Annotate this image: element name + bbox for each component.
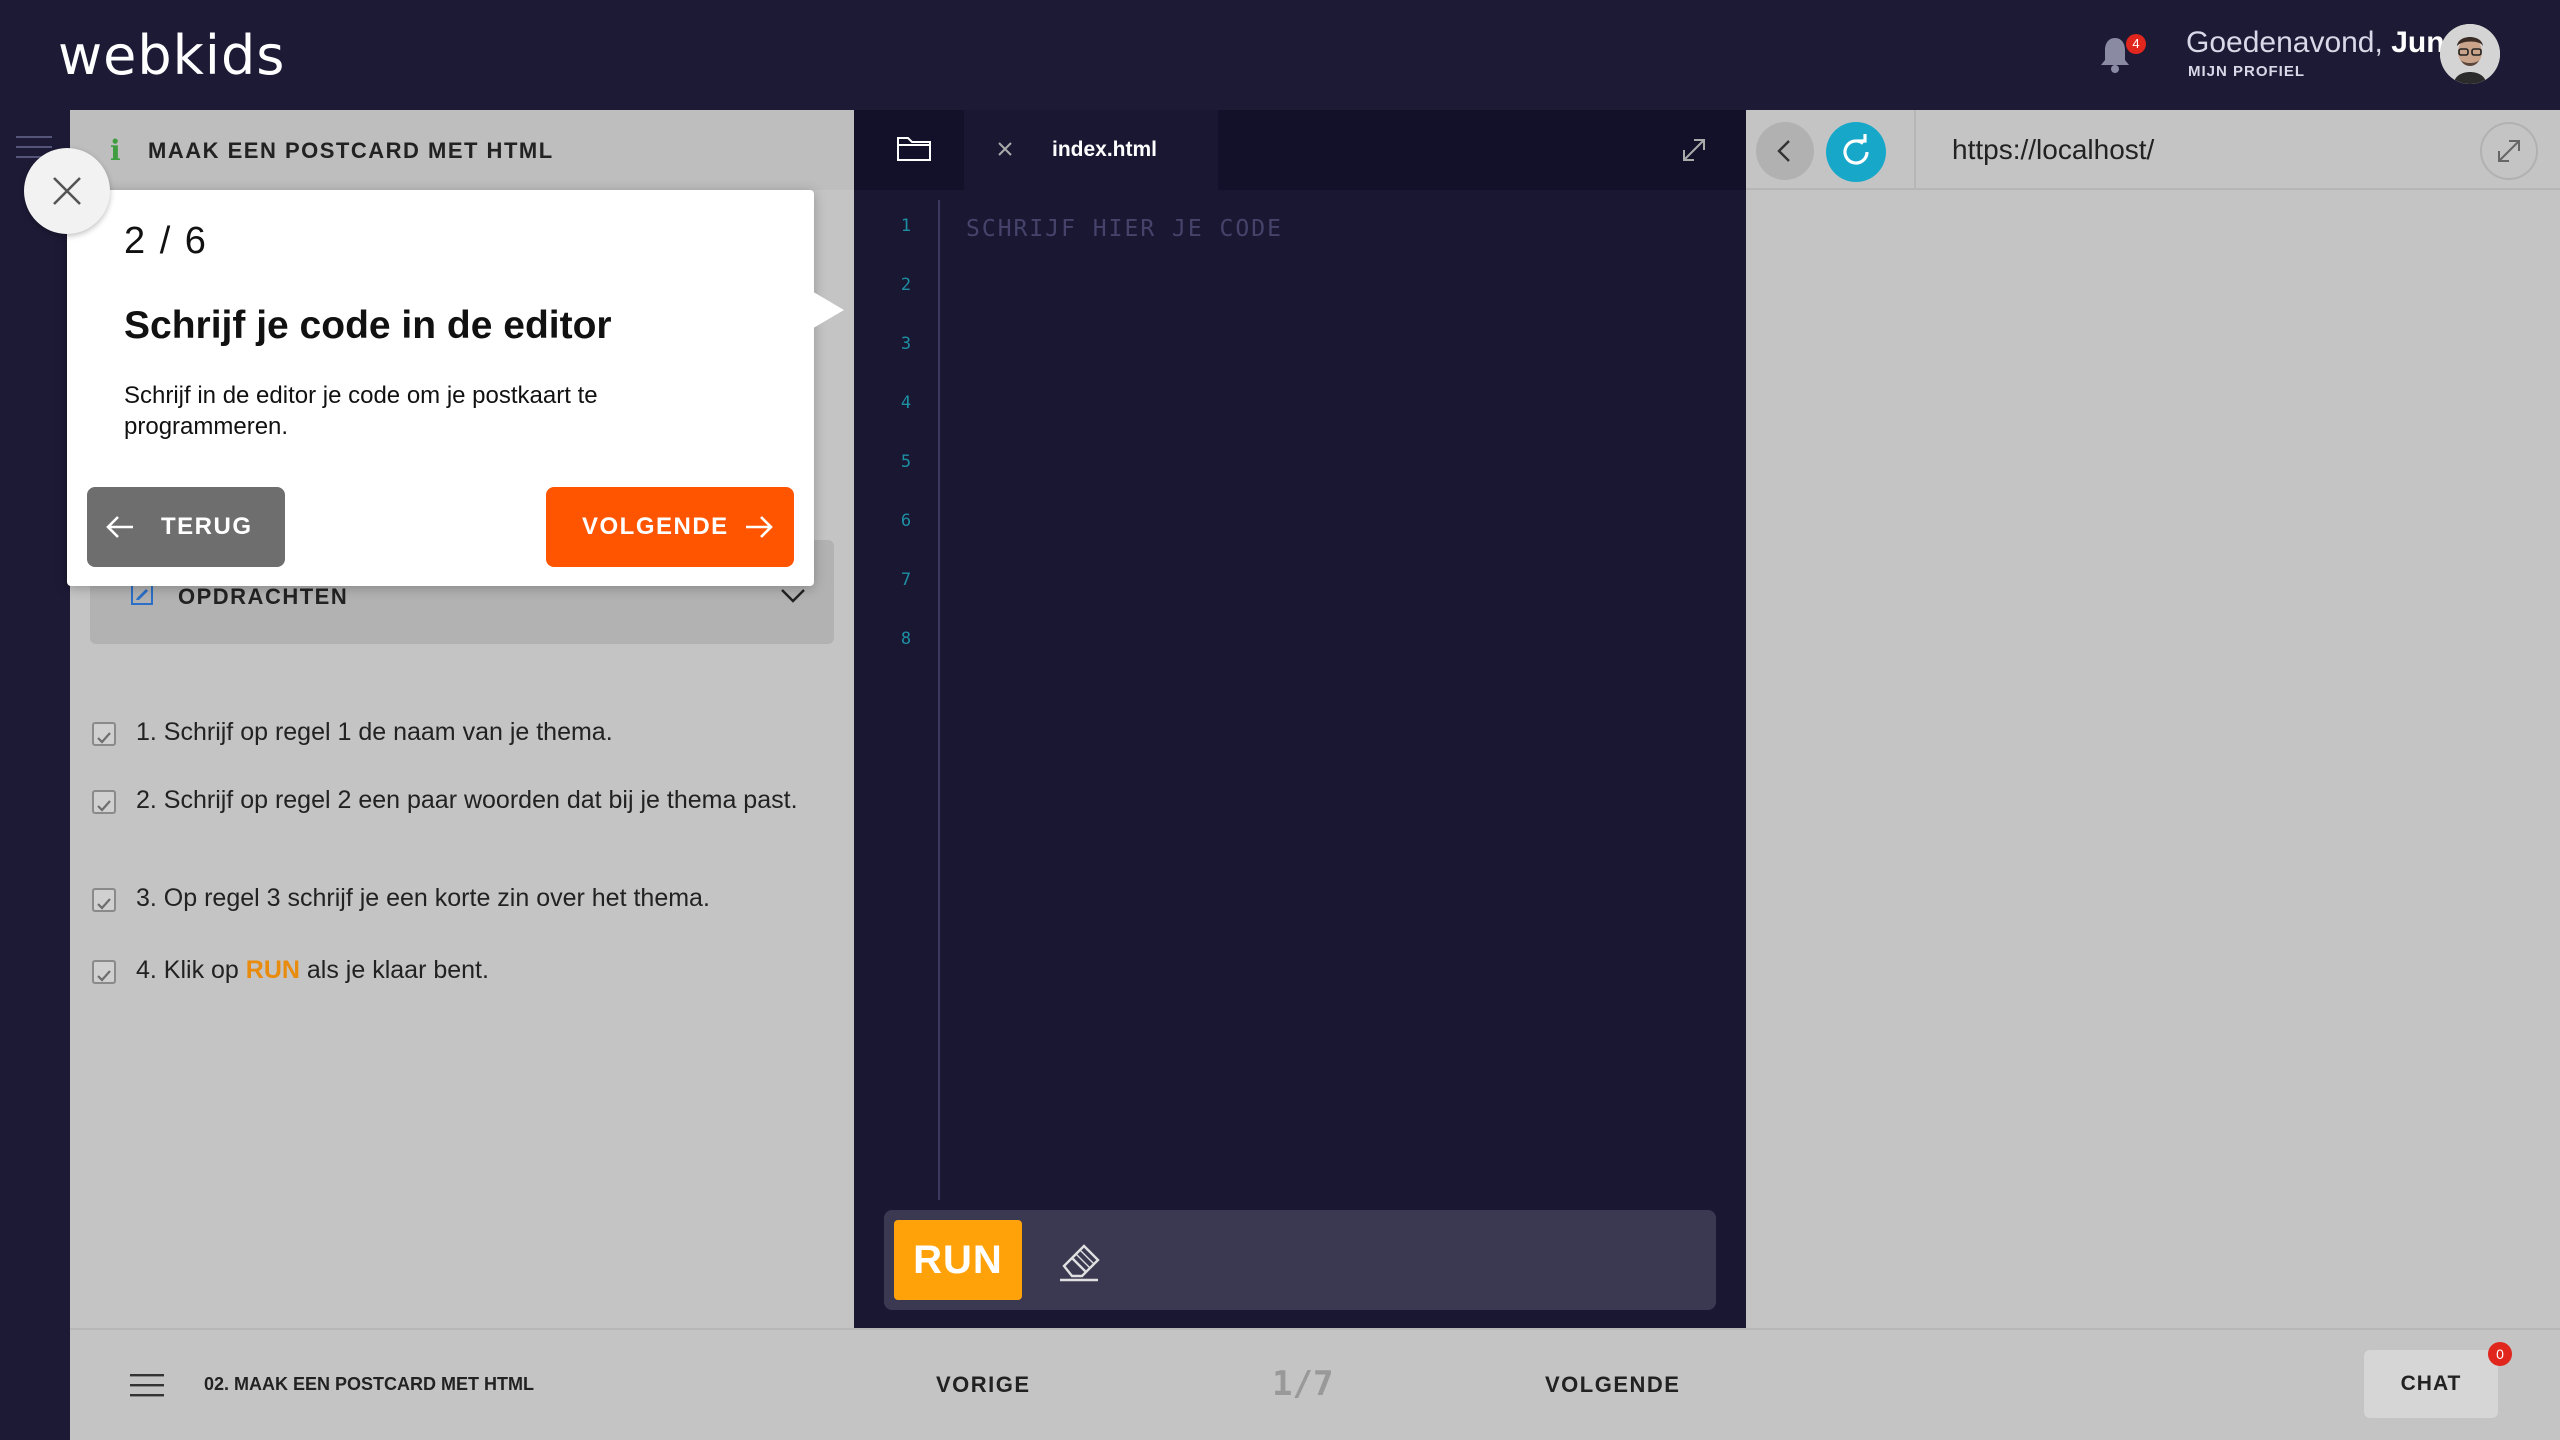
task-run-highlight: RUN — [245, 956, 300, 984]
task-item: 1. Schrijf op regel 1 de naam van je the… — [90, 716, 830, 756]
task-checkbox[interactable] — [92, 960, 116, 984]
reload-button[interactable] — [1826, 122, 1886, 182]
close-icon[interactable] — [994, 138, 1016, 160]
task-text: 3. Op regel 3 schrijf je een korte zin o… — [136, 884, 710, 912]
tutorial-back-button[interactable]: TERUG — [87, 487, 285, 567]
line-number: 6 — [900, 511, 912, 531]
greeting: Goedenavond, Jun — [2186, 26, 2445, 60]
notification-badge: 4 — [2126, 34, 2146, 54]
address-divider — [1914, 110, 1916, 190]
next-button[interactable]: VOLGENDE — [1545, 1372, 1680, 1398]
line-number: 7 — [900, 570, 912, 590]
reload-icon — [1843, 134, 1869, 165]
tutorial-title: Schrijf je code in de editor — [124, 304, 612, 347]
top-bar: webkids 4 Goedenavond, Jun MIJN PROFIEL — [0, 0, 2560, 110]
task-item: 2. Schrijf op regel 2 een paar woorden d… — [90, 784, 830, 854]
line-number: 8 — [900, 629, 912, 649]
previous-button[interactable]: VORIGE — [936, 1372, 1031, 1398]
task-text-prefix: 4. Klik op — [136, 956, 246, 984]
line-number: 3 — [900, 334, 912, 354]
task-item: 3. Op regel 3 schrijf je een korte zin o… — [90, 882, 830, 922]
back-button[interactable] — [1756, 122, 1814, 180]
url-field[interactable]: https://localhost/ — [1952, 134, 2154, 166]
check-icon — [97, 898, 111, 910]
line-number: 1 — [900, 216, 912, 236]
close-icon — [53, 177, 81, 205]
tutorial-popup: 2 / 6 Schrijf je code in de editor Schri… — [67, 190, 814, 586]
webkids-logo[interactable]: webkids — [58, 24, 285, 87]
preview-address-bar: https://localhost/ — [1746, 110, 2560, 190]
check-icon — [97, 732, 111, 744]
folder-icon[interactable] — [896, 132, 932, 164]
tab-label: index.html — [1052, 138, 1158, 161]
check-icon — [97, 800, 111, 812]
expand-icon — [2498, 140, 2520, 162]
tutorial-close-button[interactable] — [24, 148, 110, 234]
bottom-bar: 02. MAAK EEN POSTCARD MET HTML VORIGE 1/… — [70, 1328, 2560, 1440]
tutorial-back-label: TERUG — [161, 513, 253, 540]
preview-expand-button[interactable] — [2480, 122, 2538, 180]
expand-icon[interactable] — [1678, 134, 1710, 166]
arrow-right-icon — [746, 516, 773, 538]
lesson-header: i MAAK EEN POSTCARD MET HTML — [70, 110, 854, 190]
profile-link[interactable]: MIJN PROFIEL — [2188, 63, 2305, 80]
lesson-title: MAAK EEN POSTCARD MET HTML — [148, 138, 554, 163]
menu-icon[interactable] — [130, 1374, 164, 1398]
avatar[interactable] — [2440, 24, 2500, 84]
arrow-left-icon — [106, 516, 133, 538]
arrow-left-icon — [1777, 140, 1790, 162]
line-number: 5 — [900, 452, 912, 472]
editor-tab-bar: index.html — [854, 110, 1746, 190]
check-icon — [97, 970, 111, 982]
chat-button[interactable]: CHAT — [2364, 1350, 2498, 1418]
preview-panel: https://localhost/ — [1746, 110, 2560, 1328]
tutorial-pointer — [810, 290, 844, 330]
left-strip — [0, 110, 70, 1440]
tutorial-next-button[interactable]: VOLGENDE — [546, 487, 794, 567]
page-counter: 1/7 — [1272, 1364, 1334, 1404]
task-item: 4. Klik op RUN als je klaar bent. — [90, 954, 830, 994]
code-editor: index.html 1 2 3 4 5 6 7 8 SCHRIJF HIER … — [854, 110, 1746, 1328]
gutter-divider — [938, 200, 940, 1200]
footer-lesson-title: 02. MAAK EEN POSTCARD MET HTML — [204, 1374, 535, 1394]
opdrachten-label: OPDRACHTEN — [178, 584, 349, 609]
line-number: 4 — [900, 393, 912, 413]
line-number: 2 — [900, 275, 912, 295]
task-text: 2. Schrijf op regel 2 een paar woorden d… — [136, 786, 798, 814]
task-checkbox[interactable] — [92, 790, 116, 814]
tutorial-step: 2 / 6 — [124, 220, 208, 262]
task-checkbox[interactable] — [92, 888, 116, 912]
eraser-icon[interactable] — [1054, 1234, 1106, 1286]
task-text-suffix: als je klaar bent. — [299, 956, 489, 984]
user-name: Jun — [2391, 26, 2445, 59]
tab-index-html[interactable]: index.html — [964, 110, 1218, 190]
code-input[interactable]: SCHRIJF HIER JE CODE — [966, 216, 1283, 242]
info-icon[interactable]: i — [110, 134, 126, 167]
tutorial-body: Schrijf in de editor je code om je postk… — [124, 382, 598, 440]
avatar-image — [2440, 24, 2500, 84]
tutorial-next-label: VOLGENDE — [582, 513, 729, 540]
run-button[interactable]: RUN — [894, 1220, 1022, 1300]
greeting-prefix: Goedenavond, — [2186, 26, 2383, 59]
task-text: 4. Klik op RUN als je klaar bent. — [136, 954, 826, 987]
chat-badge: 0 — [2488, 1342, 2512, 1366]
task-text: 1. Schrijf op regel 1 de naam van je the… — [136, 718, 613, 746]
task-checkbox[interactable] — [92, 722, 116, 746]
